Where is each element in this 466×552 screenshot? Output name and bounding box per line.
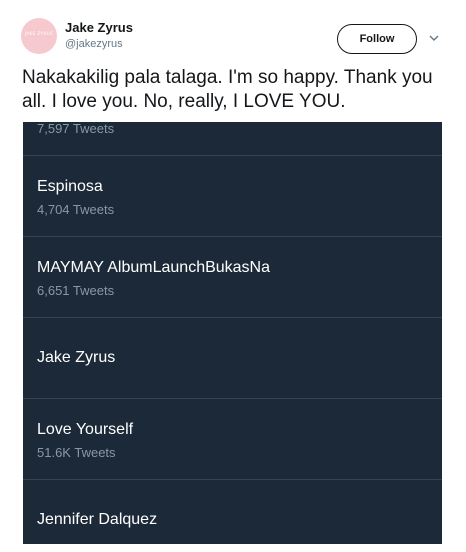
trend-name: Jake Zyrus (37, 349, 116, 366)
trend-name: Love Yourself (37, 421, 134, 438)
tweet-header: JAKE ZYRUS Jake Zyrus @jakezyrus Follow (0, 0, 466, 64)
tweet-card: JAKE ZYRUS Jake Zyrus @jakezyrus Follow … (0, 0, 466, 552)
trend-count: 4,704 Tweets (37, 202, 115, 217)
trend-item: Love Yourself 51.6K Tweets (23, 399, 442, 480)
trend-count: 7,597 Tweets (37, 122, 115, 136)
trends-screenshot-image[interactable]: 7,597 Tweets Espinosa 4,704 Tweets MAYMA… (23, 122, 442, 544)
tweet-text: Nakakakilig pala talaga. I'm so happy. T… (22, 67, 433, 112)
chevron-down-icon[interactable] (427, 31, 441, 45)
trend-item: MAYMAY AlbumLaunchBukasNa 6,651 Tweets (23, 237, 442, 318)
trend-name: Espinosa (37, 178, 103, 195)
trend-item: Espinosa 4,704 Tweets (23, 156, 442, 237)
trend-name: Jennifer Dalquez (37, 511, 158, 528)
avatar[interactable]: JAKE ZYRUS (21, 18, 57, 54)
follow-button[interactable]: Follow (337, 24, 417, 54)
trend-item: Jake Zyrus (23, 318, 442, 399)
trend-item: Jennifer Dalquez (23, 480, 442, 544)
author-display-name[interactable]: Jake Zyrus (65, 20, 133, 35)
avatar-logo-text: JAKE ZYRUS (24, 31, 54, 36)
author-handle[interactable]: @jakezyrus (65, 38, 123, 50)
trend-item: 7,597 Tweets (23, 122, 442, 156)
trend-count: 51.6K Tweets (37, 445, 116, 460)
trend-count: 6,651 Tweets (37, 283, 115, 298)
trend-name: MAYMAY AlbumLaunchBukasNa (37, 259, 271, 276)
